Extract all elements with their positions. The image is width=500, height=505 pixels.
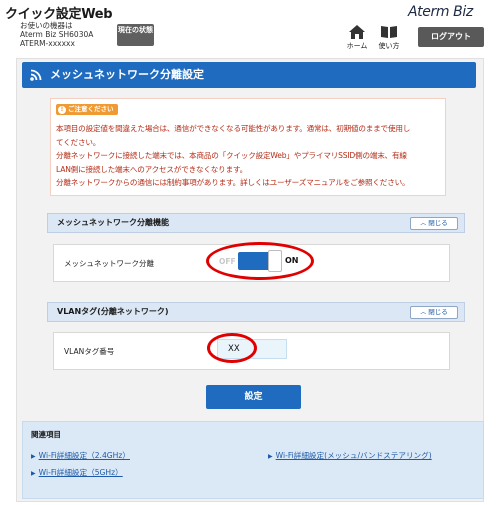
section-isolation-title: メッシュネットワーク分離機能 [57, 218, 169, 227]
section-vlan-close-button[interactable]: ︿ 閉じる [410, 306, 458, 319]
section-vlan-title: VLANタグ(分離ネットワーク) [57, 307, 169, 316]
related-link-wifi-24ghz[interactable]: ▶ Wi-Fi詳細設定（2.4GHz） [31, 450, 130, 461]
close-button-label: 閉じる [428, 308, 448, 316]
section-vlan-header: VLANタグ(分離ネットワーク) ︿ 閉じる [47, 302, 465, 322]
caution-line: 分離ネットワークに接続した端末では、本商品の「クイック設定Web」やプライマリS… [56, 151, 407, 160]
brand-logo: Aterm Biz [408, 4, 473, 20]
caution-line: LAN側に接続した端末へのアクセスができなくなります。 [56, 164, 247, 174]
nav-help[interactable]: 使い方 [374, 25, 404, 51]
annotation-circle-vlan [207, 333, 257, 363]
chevron-up-icon: ︿ [420, 220, 427, 227]
device-model: Aterm Biz SH6030A [20, 30, 94, 39]
nav-help-label: 使い方 [378, 42, 400, 50]
nav-home[interactable]: ホーム [342, 25, 372, 51]
caution-badge: ! ご注意ください [56, 104, 118, 115]
related-link-wifi-mesh[interactable]: ▶ Wi-Fi詳細設定(メッシュ/バンドステアリング) [268, 450, 432, 461]
device-label: お使いの機器は [20, 21, 73, 30]
exclamation-icon: ! [58, 106, 66, 114]
home-icon [349, 25, 365, 39]
isolation-row-label: メッシュネットワーク分離 [64, 259, 154, 268]
chevron-up-icon: ︿ [420, 309, 427, 316]
caution-line: 分離ネットワークからの通信には制約事項があります。詳しくはユーザーズマニュアルを… [56, 178, 410, 187]
annotation-circle-toggle [206, 242, 314, 280]
book-icon [381, 26, 397, 38]
related-link-label: Wi-Fi詳細設定（5GHz） [38, 468, 123, 477]
close-button-label: 閉じる [428, 219, 448, 227]
current-status-button[interactable]: 現在の状態 [117, 24, 154, 46]
arrow-right-icon: ▶ [31, 470, 36, 477]
caution-badge-label: ご注意ください [68, 105, 114, 113]
related-link-label: Wi-Fi詳細設定(メッシュ/バンドステアリング) [275, 451, 432, 460]
device-name: ATERM-xxxxxx [20, 39, 75, 48]
nav-home-label: ホーム [346, 42, 368, 50]
wifi-icon [30, 69, 42, 81]
caution-line: てください。 [56, 137, 101, 147]
device-info: お使いの機器は Aterm Biz SH6030A ATERM-xxxxxx [20, 21, 93, 48]
caution-line: 本項目の設定値を間違えた場合は、通信ができなくなる可能性があります。通常は、初期… [56, 124, 411, 133]
page-title: メッシュネットワーク分離設定 [22, 62, 476, 88]
section-isolation-close-button[interactable]: ︿ 閉じる [410, 217, 458, 230]
vlan-row-label: VLANタグ番号 [64, 347, 115, 356]
caution-text: 本項目の設定値を間違えた場合は、通信ができなくなる可能性があります。通常は、初期… [56, 122, 442, 190]
set-button[interactable]: 設定 [206, 385, 301, 409]
related-link-label: Wi-Fi詳細設定（2.4GHz） [38, 451, 130, 460]
related-link-wifi-5ghz[interactable]: ▶ Wi-Fi詳細設定（5GHz） [31, 467, 123, 478]
section-isolation-header: メッシュネットワーク分離機能 ︿ 閉じる [47, 213, 465, 233]
arrow-right-icon: ▶ [31, 453, 36, 460]
app-title: クイック設定Web [5, 7, 113, 22]
arrow-right-icon: ▶ [268, 453, 273, 460]
logout-button[interactable]: ログアウト [418, 27, 484, 47]
related-title: 関連項目 [31, 430, 61, 439]
